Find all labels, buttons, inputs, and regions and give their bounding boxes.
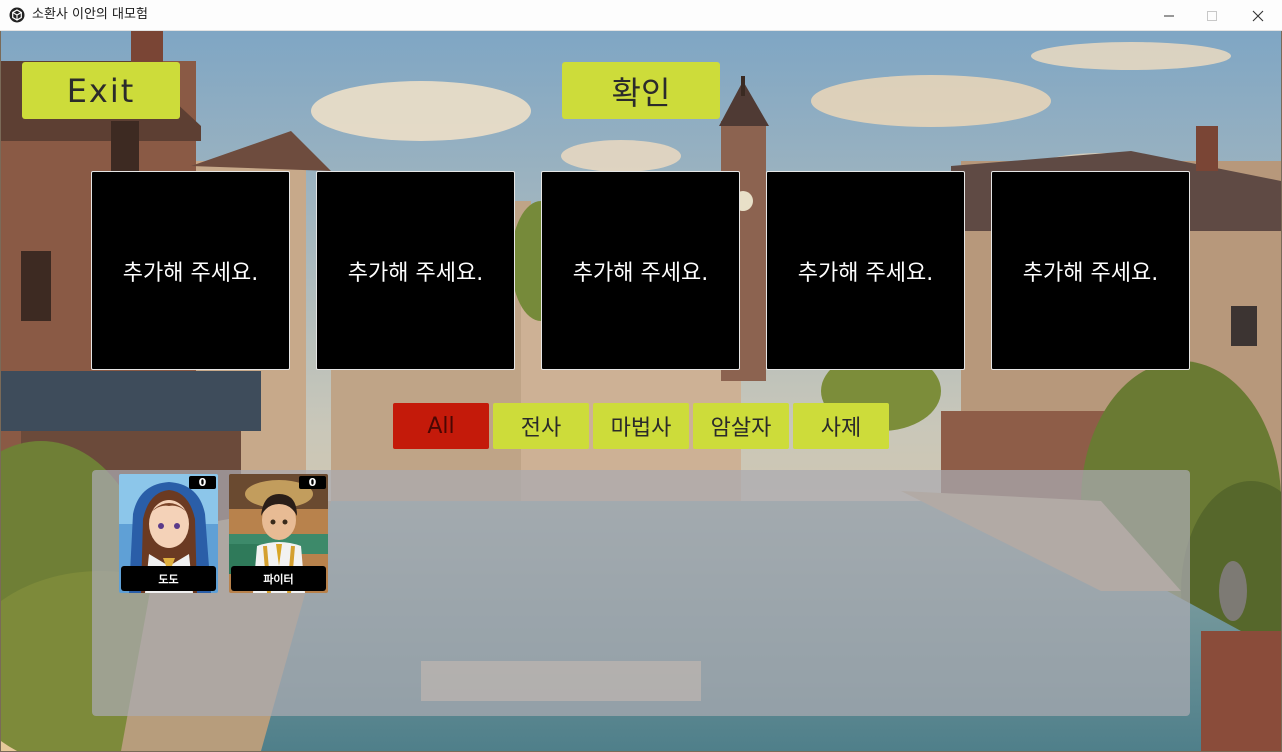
character-card-dodo[interactable]: 0 도도 (119, 474, 218, 593)
tab-assassin[interactable]: 암살자 (693, 403, 789, 449)
card-count-badge: 0 (189, 476, 216, 489)
tab-priest[interactable]: 사제 (793, 403, 889, 449)
tab-warrior[interactable]: 전사 (493, 403, 589, 449)
party-slot-4[interactable]: 추가해 주세요. (766, 171, 965, 370)
maximize-button[interactable] (1189, 0, 1235, 31)
confirm-button[interactable]: 확인 (562, 62, 720, 119)
party-slot-label: 추가해 주세요. (797, 260, 934, 286)
party-slot-3[interactable]: 추가해 주세요. (541, 171, 740, 370)
party-slot-2[interactable]: 추가해 주세요. (316, 171, 515, 370)
party-slot-5[interactable]: 추가해 주세요. (991, 171, 1190, 370)
maximize-icon (1207, 10, 1217, 21)
card-count-badge: 0 (299, 476, 326, 489)
exit-button[interactable]: Exit (22, 62, 180, 119)
close-icon (1252, 10, 1264, 21)
card-name-label: 도도 (121, 566, 216, 591)
tab-all[interactable]: All (393, 403, 489, 449)
close-button[interactable] (1235, 0, 1281, 31)
game-viewport: Exit 확인 추가해 주세요. 추가해 주세요. 추가해 주세요. 추가해 주… (1, 31, 1281, 751)
party-slot-label: 추가해 주세요. (347, 260, 484, 286)
party-slot-label: 추가해 주세요. (572, 260, 709, 286)
party-slot-label: 추가해 주세요. (122, 260, 259, 286)
party-slot-label: 추가해 주세요. (1022, 260, 1159, 286)
tab-mage[interactable]: 마법사 (593, 403, 689, 449)
window-title: 소환사 이안의 대모험 (32, 7, 148, 22)
card-name-label: 파이터 (231, 566, 326, 591)
minimize-button[interactable] (1146, 0, 1192, 31)
party-slot-1[interactable]: 추가해 주세요. (91, 171, 290, 370)
app-icon (9, 7, 25, 23)
minimize-icon (1164, 15, 1174, 16)
window-titlebar: 소환사 이안의 대모험 (0, 0, 1282, 31)
character-card-fighter[interactable]: 0 파이터 (229, 474, 328, 593)
